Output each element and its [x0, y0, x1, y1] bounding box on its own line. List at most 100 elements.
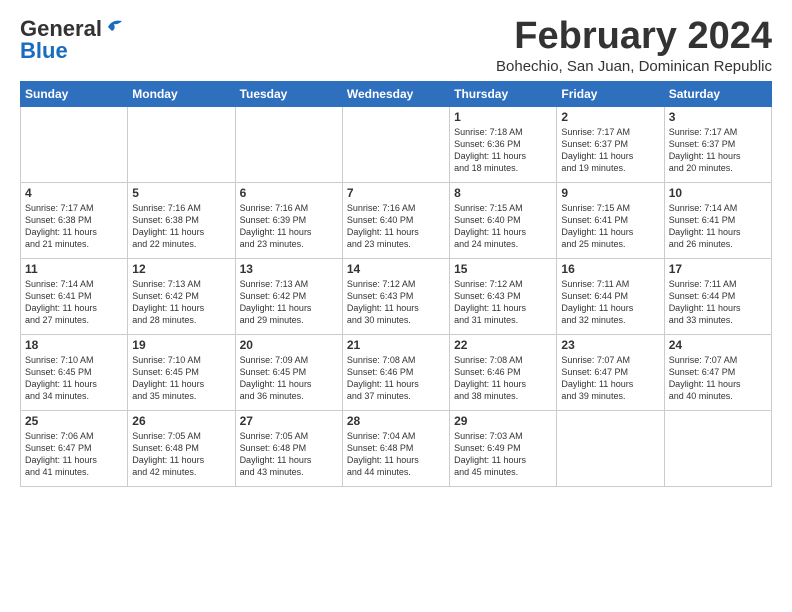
page: General Blue February 2024 Bohechio, San… — [0, 0, 792, 497]
logo-blue: Blue — [20, 38, 68, 64]
day-info: Sunrise: 7:16 AM Sunset: 6:38 PM Dayligh… — [132, 202, 230, 251]
month-title: February 2024 — [496, 16, 772, 58]
day-info: Sunrise: 7:07 AM Sunset: 6:47 PM Dayligh… — [669, 354, 767, 403]
day-number: 12 — [132, 262, 230, 276]
calendar-cell — [235, 106, 342, 182]
day-number: 16 — [561, 262, 659, 276]
weekday-header: Sunday — [21, 81, 128, 106]
calendar-cell: 20 Sunrise: 7:09 AM Sunset: 6:45 PM Dayli… — [235, 334, 342, 410]
calendar-cell: 29 Sunrise: 7:03 AM Sunset: 6:49 PM Dayli… — [450, 410, 557, 486]
weekday-header: Thursday — [450, 81, 557, 106]
day-info: Sunrise: 7:16 AM Sunset: 6:39 PM Dayligh… — [240, 202, 338, 251]
calendar-cell: 1 Sunrise: 7:18 AM Sunset: 6:36 PM Daylig… — [450, 106, 557, 182]
day-number: 24 — [669, 338, 767, 352]
day-number: 26 — [132, 414, 230, 428]
calendar-cell — [664, 410, 771, 486]
calendar-cell: 3 Sunrise: 7:17 AM Sunset: 6:37 PM Daylig… — [664, 106, 771, 182]
calendar-cell: 9 Sunrise: 7:15 AM Sunset: 6:41 PM Daylig… — [557, 182, 664, 258]
day-info: Sunrise: 7:14 AM Sunset: 6:41 PM Dayligh… — [669, 202, 767, 251]
calendar-cell: 17 Sunrise: 7:11 AM Sunset: 6:44 PM Dayli… — [664, 258, 771, 334]
day-info: Sunrise: 7:12 AM Sunset: 6:43 PM Dayligh… — [347, 278, 445, 327]
calendar-cell: 14 Sunrise: 7:12 AM Sunset: 6:43 PM Dayli… — [342, 258, 449, 334]
calendar-cell: 15 Sunrise: 7:12 AM Sunset: 6:43 PM Dayli… — [450, 258, 557, 334]
day-number: 19 — [132, 338, 230, 352]
day-number: 9 — [561, 186, 659, 200]
day-info: Sunrise: 7:13 AM Sunset: 6:42 PM Dayligh… — [240, 278, 338, 327]
weekday-header: Friday — [557, 81, 664, 106]
day-info: Sunrise: 7:09 AM Sunset: 6:45 PM Dayligh… — [240, 354, 338, 403]
weekday-header: Monday — [128, 81, 235, 106]
day-number: 18 — [25, 338, 123, 352]
header: General Blue February 2024 Bohechio, San… — [20, 16, 772, 75]
calendar-cell: 22Sunrise: 7:08 AM Sunset: 6:46 PM Dayli… — [450, 334, 557, 410]
day-info: Sunrise: 7:06 AM Sunset: 6:47 PM Dayligh… — [25, 430, 123, 479]
day-number: 1 — [454, 110, 552, 124]
calendar-cell: 12Sunrise: 7:13 AM Sunset: 6:42 PM Dayli… — [128, 258, 235, 334]
day-number: 2 — [561, 110, 659, 124]
day-number: 23 — [561, 338, 659, 352]
day-info: Sunrise: 7:15 AM Sunset: 6:40 PM Dayligh… — [454, 202, 552, 251]
day-number: 17 — [669, 262, 767, 276]
day-number: 25 — [25, 414, 123, 428]
day-info: Sunrise: 7:15 AM Sunset: 6:41 PM Dayligh… — [561, 202, 659, 251]
calendar-cell: 28 Sunrise: 7:04 AM Sunset: 6:48 PM Dayli… — [342, 410, 449, 486]
calendar-cell: 18 Sunrise: 7:10 AM Sunset: 6:45 PM Dayli… — [21, 334, 128, 410]
logo-bird-icon — [104, 17, 126, 37]
calendar-cell: 10 Sunrise: 7:14 AM Sunset: 6:41 PM Dayli… — [664, 182, 771, 258]
day-number: 10 — [669, 186, 767, 200]
weekday-header: Wednesday — [342, 81, 449, 106]
calendar-cell — [342, 106, 449, 182]
day-info: Sunrise: 7:11 AM Sunset: 6:44 PM Dayligh… — [669, 278, 767, 327]
calendar-cell: 19 Sunrise: 7:10 AM Sunset: 6:45 PM Dayli… — [128, 334, 235, 410]
day-info: Sunrise: 7:08 AM Sunset: 6:46 PM Dayligh… — [347, 354, 445, 403]
day-info: Sunrise: 7:12 AM Sunset: 6:43 PM Dayligh… — [454, 278, 552, 327]
day-number: 3 — [669, 110, 767, 124]
day-info: Sunrise: 7:07 AM Sunset: 6:47 PM Dayligh… — [561, 354, 659, 403]
day-info: Sunrise: 7:08 AM Sunset: 6:46 PM Dayligh… — [454, 354, 552, 403]
day-info: Sunrise: 7:04 AM Sunset: 6:48 PM Dayligh… — [347, 430, 445, 479]
day-info: Sunrise: 7:17 AM Sunset: 6:37 PM Dayligh… — [669, 126, 767, 175]
day-info: Sunrise: 7:10 AM Sunset: 6:45 PM Dayligh… — [25, 354, 123, 403]
calendar-table: SundayMondayTuesdayWednesdayThursdayFrid… — [20, 81, 772, 487]
calendar-cell: 6 Sunrise: 7:16 AM Sunset: 6:39 PM Daylig… — [235, 182, 342, 258]
calendar-cell: 24 Sunrise: 7:07 AM Sunset: 6:47 PM Dayli… — [664, 334, 771, 410]
day-number: 29 — [454, 414, 552, 428]
day-number: 13 — [240, 262, 338, 276]
day-info: Sunrise: 7:03 AM Sunset: 6:49 PM Dayligh… — [454, 430, 552, 479]
day-info: Sunrise: 7:11 AM Sunset: 6:44 PM Dayligh… — [561, 278, 659, 327]
location-subtitle: Bohechio, San Juan, Dominican Republic — [496, 58, 772, 75]
calendar-cell: 26 Sunrise: 7:05 AM Sunset: 6:48 PM Dayli… — [128, 410, 235, 486]
day-info: Sunrise: 7:17 AM Sunset: 6:38 PM Dayligh… — [25, 202, 123, 251]
day-number: 20 — [240, 338, 338, 352]
calendar-cell: 2 Sunrise: 7:17 AM Sunset: 6:37 PM Daylig… — [557, 106, 664, 182]
title-area: February 2024 Bohechio, San Juan, Domini… — [496, 16, 772, 75]
calendar-cell — [21, 106, 128, 182]
day-number: 6 — [240, 186, 338, 200]
calendar-cell: 4Sunrise: 7:17 AM Sunset: 6:38 PM Daylig… — [21, 182, 128, 258]
day-info: Sunrise: 7:10 AM Sunset: 6:45 PM Dayligh… — [132, 354, 230, 403]
day-info: Sunrise: 7:05 AM Sunset: 6:48 PM Dayligh… — [132, 430, 230, 479]
calendar-cell: 8 Sunrise: 7:15 AM Sunset: 6:40 PM Daylig… — [450, 182, 557, 258]
day-number: 5 — [132, 186, 230, 200]
calendar-cell: 13 Sunrise: 7:13 AM Sunset: 6:42 PM Dayli… — [235, 258, 342, 334]
logo: General Blue — [20, 16, 126, 64]
calendar-cell: 25 Sunrise: 7:06 AM Sunset: 6:47 PM Dayli… — [21, 410, 128, 486]
calendar-cell: 21Sunrise: 7:08 AM Sunset: 6:46 PM Dayli… — [342, 334, 449, 410]
day-info: Sunrise: 7:18 AM Sunset: 6:36 PM Dayligh… — [454, 126, 552, 175]
day-info: Sunrise: 7:05 AM Sunset: 6:48 PM Dayligh… — [240, 430, 338, 479]
weekday-header: Saturday — [664, 81, 771, 106]
day-number: 28 — [347, 414, 445, 428]
day-number: 27 — [240, 414, 338, 428]
day-number: 8 — [454, 186, 552, 200]
day-number: 14 — [347, 262, 445, 276]
calendar-cell — [557, 410, 664, 486]
day-number: 7 — [347, 186, 445, 200]
calendar-cell: 23 Sunrise: 7:07 AM Sunset: 6:47 PM Dayli… — [557, 334, 664, 410]
day-info: Sunrise: 7:17 AM Sunset: 6:37 PM Dayligh… — [561, 126, 659, 175]
calendar-cell — [128, 106, 235, 182]
day-number: 15 — [454, 262, 552, 276]
day-info: Sunrise: 7:16 AM Sunset: 6:40 PM Dayligh… — [347, 202, 445, 251]
weekday-header: Tuesday — [235, 81, 342, 106]
calendar-cell: 27 Sunrise: 7:05 AM Sunset: 6:48 PM Dayli… — [235, 410, 342, 486]
day-number: 11 — [25, 262, 123, 276]
